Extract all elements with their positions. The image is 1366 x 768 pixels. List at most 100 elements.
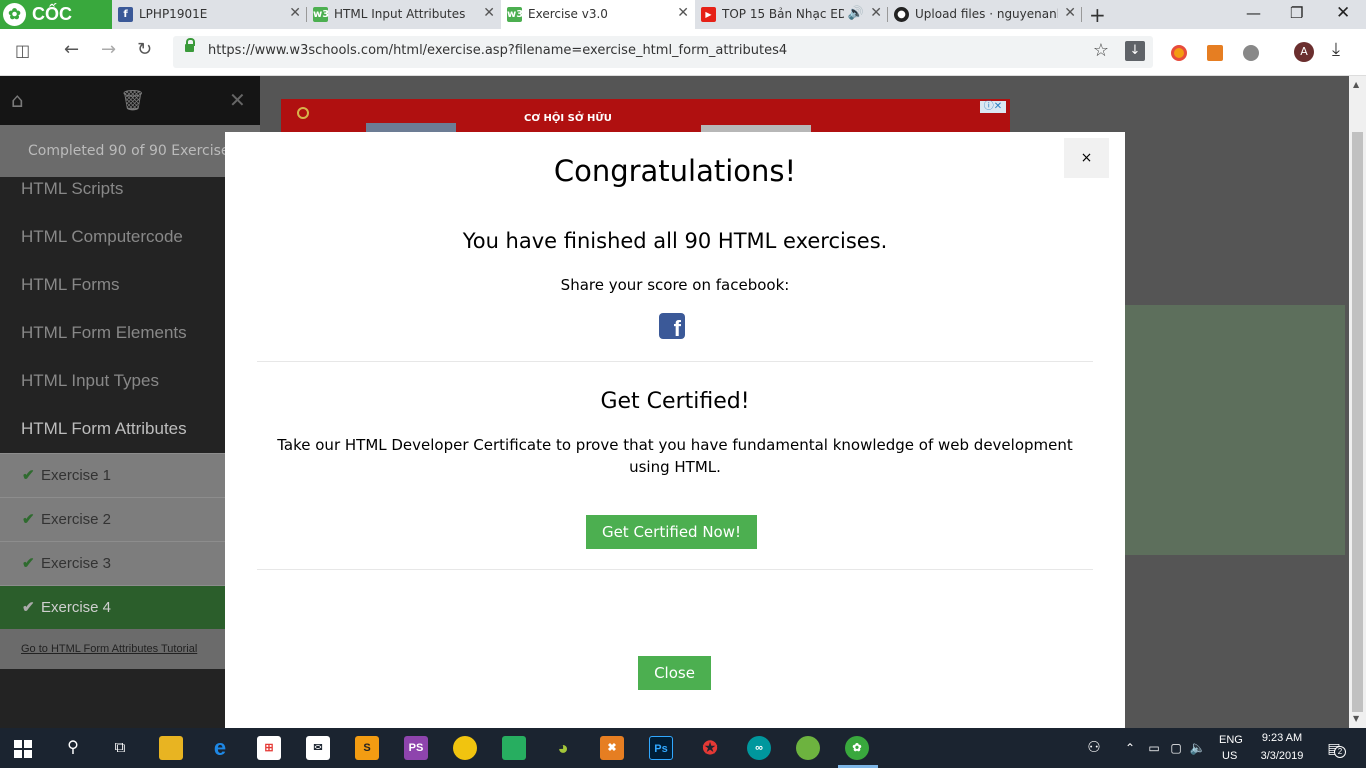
coccoc-taskbar-icon[interactable]: ✿ (845, 736, 869, 760)
page-scrollbar[interactable]: ▲ ▼ (1349, 76, 1366, 728)
scrollbar-thumb[interactable] (1352, 132, 1363, 712)
exercise-item-2[interactable]: ✔ Exercise 2 (0, 497, 260, 541)
android-studio-icon[interactable]: ◕ (551, 736, 575, 760)
new-tab-button[interactable]: + (1089, 3, 1106, 27)
sidebar-item-html-forms[interactable]: HTML Forms (0, 261, 260, 309)
exercise-item-4[interactable]: ✔ Exercise 4 (0, 585, 260, 629)
certification-heading: Get Certified! (600, 389, 750, 414)
sidebar-toolbar: ⌂ 🗑 ✕ (0, 76, 260, 125)
certification-description: Take our HTML Developer Certificate to p… (277, 436, 1073, 476)
tab-close-icon[interactable]: ✕ (1064, 5, 1076, 21)
exercise-item-3[interactable]: ✔ Exercise 3 (0, 541, 260, 585)
tab-exercise[interactable]: w3 Exercise v3.0 ✕ (501, 0, 695, 29)
windows-taskbar: ⚲ ⧉ e ⊞ ✉ S PS ◕ ✖ Ps ✪ ∞ ✿ ⚇ ⌃ ▭ ▢ 🔈 EN… (0, 728, 1366, 768)
address-toolbar: ◫ ← → ↻ https://www.w3schools.com/html/e… (0, 29, 1366, 76)
clock[interactable]: 9:23 AM 3/3/2019 (1256, 728, 1308, 768)
phpstorm-icon[interactable]: PS (404, 736, 428, 760)
checkmark-icon: ✔ (22, 511, 35, 528)
bookmark-star-icon[interactable]: ☆ (1093, 40, 1109, 61)
sidebar-item-html-input-types[interactable]: HTML Input Types (0, 357, 260, 405)
scroll-down-arrow-icon[interactable]: ▼ (1353, 714, 1359, 723)
exercise-panel (1125, 305, 1345, 555)
ad-info-icon[interactable]: ⓘ✕ (980, 101, 1006, 113)
tab-close-icon[interactable]: ✕ (289, 5, 301, 21)
extension-coccoc-icon[interactable] (1171, 45, 1187, 61)
tab-github-upload[interactable]: ● Upload files · nguyenanhtu ✕ (888, 0, 1082, 29)
ad-product-image (701, 125, 811, 132)
trash-icon[interactable]: 🗑 (120, 88, 145, 112)
spring-icon[interactable] (796, 736, 820, 760)
xampp-icon[interactable]: ✖ (600, 736, 624, 760)
profile-avatar[interactable]: A (1294, 42, 1314, 62)
tab-close-icon[interactable]: ✕ (677, 5, 689, 21)
sidebar-item-html-scripts[interactable]: HTML Scripts (0, 165, 260, 213)
divider (257, 569, 1093, 570)
tray-chevron-icon[interactable]: ⌃ (1118, 736, 1142, 760)
speaker-icon[interactable]: 🔊 (848, 6, 864, 21)
exercise-label: Exercise 4 (41, 599, 112, 616)
battery-icon[interactable]: ▭ (1142, 736, 1166, 760)
close-sidebar-icon[interactable]: ✕ (229, 88, 246, 112)
tab-title: TOP 15 Bản Nhạc EDM (722, 7, 844, 21)
sidebar-item-html-form-attributes[interactable]: HTML Form Attributes (0, 405, 260, 453)
arduino-icon[interactable]: ∞ (747, 736, 771, 760)
edge-icon[interactable]: e (208, 736, 232, 760)
extension-fox-icon[interactable] (1207, 45, 1223, 61)
app-red-icon[interactable]: ✪ (698, 736, 722, 760)
scroll-up-arrow-icon[interactable]: ▲ (1353, 80, 1359, 89)
reload-button[interactable]: ↻ (137, 39, 152, 60)
tutorial-link[interactable]: Go to HTML Form Attributes Tutorial (0, 629, 260, 669)
file-explorer-icon[interactable] (159, 736, 183, 760)
sidebar-toggle-icon[interactable]: ◫ (15, 41, 30, 60)
tab-html-input-attributes[interactable]: w3 HTML Input Attributes ✕ (307, 0, 501, 29)
photoshop-icon[interactable]: Ps (649, 736, 673, 760)
exercise-label: Exercise 1 (41, 467, 112, 484)
w3schools-favicon-icon: w3 (313, 7, 330, 22)
share-prompt: Share your score on facebook: (560, 276, 790, 294)
back-button[interactable]: ← (64, 39, 79, 60)
region-label: US (1222, 750, 1238, 762)
sublime-text-icon[interactable]: S (355, 736, 379, 760)
lock-icon (185, 38, 195, 52)
windows-start-icon[interactable] (14, 740, 32, 758)
advertisement-banner[interactable]: CƠ HỘI SỞ HỮU ⓘ✕ (281, 99, 1010, 132)
tab-close-icon[interactable]: ✕ (870, 5, 882, 21)
download-page-icon[interactable]: ↓ (1125, 41, 1145, 61)
close-button[interactable]: Close (638, 656, 711, 690)
forward-button[interactable]: → (101, 39, 116, 60)
network-icon[interactable]: ▢ (1164, 736, 1188, 760)
sidebar-item-html-computercode[interactable]: HTML Computercode (0, 213, 260, 261)
task-view-icon[interactable]: ⧉ (108, 736, 132, 760)
people-icon[interactable]: ⚇ (1082, 736, 1106, 760)
downloads-icon[interactable]: ⤓ (1332, 39, 1340, 60)
mail-icon[interactable]: ✉ (306, 736, 330, 760)
youtube-favicon-icon: ▶ (701, 7, 716, 22)
omnibox[interactable]: https://www.w3schools.com/html/exercise.… (173, 36, 1153, 68)
ad-product-image (366, 123, 456, 132)
app-yellow-icon[interactable] (453, 736, 477, 760)
search-icon[interactable]: ⚲ (61, 736, 85, 760)
exercise-label: Exercise 3 (41, 555, 112, 572)
facebook-share-icon[interactable]: f (659, 313, 685, 339)
coccoc-menu-button[interactable]: ✿ CỐC CỐC (0, 0, 112, 53)
home-icon[interactable]: ⌂ (11, 88, 24, 112)
close-window-button[interactable]: ✕ (1336, 3, 1350, 23)
finished-message: You have finished all 90 HTML exercises. (462, 229, 888, 253)
tab-youtube-edm[interactable]: ▶ TOP 15 Bản Nhạc EDM 🔊 ✕ (695, 0, 888, 29)
volume-icon[interactable]: 🔈 (1186, 736, 1210, 760)
sidebar-item-html-form-elements[interactable]: HTML Form Elements (0, 309, 260, 357)
minimize-button[interactable]: — (1246, 4, 1261, 22)
exercise-item-1[interactable]: ✔ Exercise 1 (0, 453, 260, 497)
checkmark-icon: ✔ (22, 555, 35, 572)
tab-title: Upload files · nguyenanhtu (915, 7, 1058, 21)
tab-close-icon[interactable]: ✕ (483, 5, 495, 21)
restore-button[interactable]: ❐ (1290, 4, 1303, 22)
get-certified-button[interactable]: Get Certified Now! (586, 515, 757, 549)
extension-gear-icon[interactable] (1243, 45, 1259, 61)
clock-date: 3/3/2019 (1260, 750, 1304, 762)
store-icon[interactable]: ⊞ (257, 736, 281, 760)
ad-ornament-icon (297, 107, 309, 119)
tab-title: Exercise v3.0 (528, 7, 608, 21)
app-green-chart-icon[interactable] (502, 736, 526, 760)
tab-lphp1901e[interactable]: f LPHP1901E ✕ (112, 0, 307, 29)
